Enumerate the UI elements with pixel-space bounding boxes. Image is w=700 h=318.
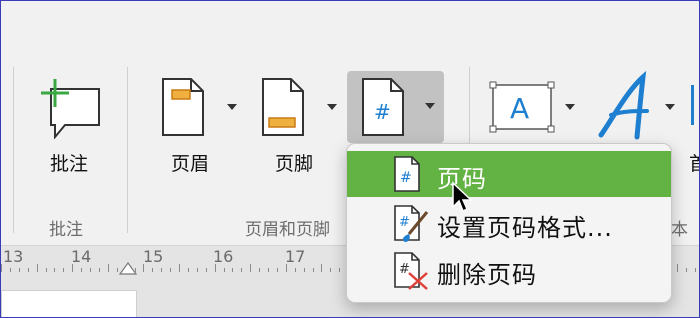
- footer-label: 页脚: [275, 153, 314, 175]
- footer-icon: [262, 78, 304, 136]
- partial-icon: [691, 85, 699, 125]
- ruler-tick: [72, 264, 74, 272]
- wordart-button[interactable]: [597, 70, 657, 141]
- page-number-icon: #: [362, 78, 404, 136]
- menu-item-page-number[interactable]: # 页码: [347, 151, 671, 213]
- text-group-label-partial: 本: [671, 220, 688, 240]
- ruler-tick: [223, 268, 225, 272]
- menu-item-label: 删除页码: [437, 261, 537, 289]
- footer-dropdown-caret[interactable]: [327, 104, 337, 110]
- ruler-tick: [9, 268, 11, 272]
- comment-button[interactable]: 批注: [31, 71, 107, 181]
- ruler-tick: [54, 268, 56, 272]
- remove-page-number-icon: #: [394, 252, 428, 290]
- ruler-tick: [259, 268, 261, 272]
- ruler-tick: [303, 268, 305, 272]
- ruler-tick: [276, 268, 278, 272]
- ruler-tick: [27, 268, 29, 272]
- ruler-tick: [98, 268, 100, 272]
- ruler-tick: [81, 268, 83, 272]
- comment-group-label: 批注: [49, 220, 83, 240]
- ruler-tick: [241, 268, 243, 272]
- ruler-tick: [196, 268, 198, 272]
- menu-item-remove-page-number[interactable]: # 删除页码: [347, 247, 671, 293]
- wordart-dropdown-caret[interactable]: [665, 104, 675, 110]
- ruler-tick: [36, 264, 38, 272]
- ruler-tick: [695, 268, 697, 272]
- text-box-button[interactable]: A: [489, 81, 559, 135]
- ruler-tick: [187, 268, 189, 272]
- ruler-tick: [686, 268, 688, 272]
- indent-marker[interactable]: [118, 262, 138, 276]
- ruler-number: 15: [143, 247, 164, 266]
- ruler-tick: [170, 268, 172, 272]
- menu-item-format-page-number[interactable]: # 设置页码格式...: [347, 200, 671, 246]
- header-dropdown-caret[interactable]: [227, 104, 237, 110]
- header-label: 页眉: [171, 153, 210, 175]
- ruler-tick: [312, 268, 314, 272]
- ruler-tick: [268, 268, 269, 272]
- page-number-menu: # 页码 # 设置页码格式... # 删除页码: [346, 143, 672, 303]
- ruler-number: 16: [213, 247, 234, 266]
- text-box-icon: A: [489, 81, 555, 133]
- document-page[interactable]: [1, 290, 137, 317]
- menu-item-label: 设置页码格式...: [437, 214, 613, 242]
- ribbon-divider: [13, 67, 14, 233]
- ruler-tick: [143, 264, 145, 272]
- svg-text:#: #: [399, 215, 410, 230]
- ruler-tick: [321, 264, 323, 272]
- comment-icon: [41, 79, 100, 139]
- ruler-tick: [214, 264, 216, 272]
- svg-text:A: A: [510, 92, 529, 125]
- ruler-tick: [107, 264, 109, 272]
- ruler-number: 13: [3, 247, 24, 266]
- page-number-button[interactable]: #: [347, 71, 444, 143]
- ruler-tick: [250, 264, 252, 272]
- ruler-tick: [677, 264, 679, 272]
- ruler-tick: [179, 264, 180, 272]
- ruler-tick: [330, 268, 332, 272]
- wordart-icon: [598, 70, 649, 140]
- ruler-tick: [205, 268, 207, 272]
- ruler-tick: [63, 268, 65, 272]
- svg-text:#: #: [374, 100, 391, 124]
- header-icon: [162, 78, 204, 136]
- page-number-dropdown-caret[interactable]: [425, 103, 435, 109]
- text-box-dropdown-caret[interactable]: [565, 104, 575, 110]
- ruler-tick: [285, 264, 287, 272]
- ruler-tick: [45, 268, 47, 272]
- ribbon-divider: [127, 67, 128, 233]
- header-footer-group-label: 页眉和页脚: [245, 220, 330, 240]
- ruler-tick: [152, 268, 154, 272]
- ruler-number: 17: [285, 247, 306, 266]
- app-window: 批注 批注 页眉 页脚 # 页眉和页脚 A 本 13 14 15 16 17 #…: [0, 0, 700, 318]
- ruler-tick: [90, 268, 91, 272]
- ruler-tick: [294, 268, 296, 272]
- svg-text:#: #: [399, 262, 410, 277]
- comment-label: 批注: [49, 153, 88, 175]
- partial-tool-label: 首: [689, 149, 699, 176]
- svg-text:#: #: [400, 170, 412, 186]
- format-page-number-icon: #: [394, 205, 429, 242]
- ruler-number: 14: [71, 247, 92, 266]
- ruler-tick: [161, 268, 163, 272]
- page-number-icon: #: [394, 156, 420, 192]
- ruler-tick: [1, 264, 2, 272]
- ruler-tick: [18, 268, 20, 272]
- ruler-tick: [339, 268, 341, 272]
- ruler-tick: [232, 268, 234, 272]
